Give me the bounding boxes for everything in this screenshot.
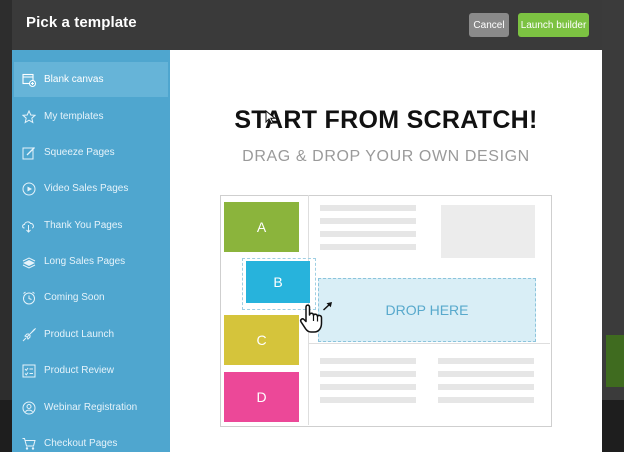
sidebar-item-coming-soon[interactable]: Coming Soon xyxy=(14,280,168,315)
text-placeholder-line xyxy=(438,397,534,403)
sidebar-item-long-sales-pages[interactable]: Long Sales Pages xyxy=(14,244,168,279)
text-placeholder-line xyxy=(438,371,534,377)
launch-builder-button[interactable]: Launch builder xyxy=(518,13,589,37)
drag-drop-illustration: A B C D DROP HERE xyxy=(220,195,552,427)
template-preview: START FROM SCRATCH! DRAG & DROP YOUR OWN… xyxy=(170,50,602,452)
cloud-download-icon xyxy=(21,218,36,233)
modal-header: Pick a template Cancel Launch builder xyxy=(12,0,602,50)
clock-icon xyxy=(21,290,36,305)
text-placeholder-line xyxy=(320,397,416,403)
sidebar-item-label: Video Sales Pages xyxy=(44,183,129,194)
block-b: B xyxy=(246,261,310,303)
sidebar-item-label: Squeeze Pages xyxy=(44,147,115,158)
sidebar-item-label: Thank You Pages xyxy=(44,220,123,231)
play-icon xyxy=(21,181,36,196)
drag-hand-icon xyxy=(299,302,332,333)
backdrop-accent xyxy=(606,335,624,387)
block-d: D xyxy=(224,372,299,422)
preview-subheadline: DRAG & DROP YOUR OWN DESIGN xyxy=(242,148,530,165)
sidebar-item-checkout-pages[interactable]: Checkout Pages xyxy=(14,426,168,452)
sidebar-item-label: Webinar Registration xyxy=(44,402,138,413)
image-placeholder xyxy=(441,205,535,258)
text-placeholder-line xyxy=(320,231,416,237)
sidebar-item-thank-you-pages[interactable]: Thank You Pages xyxy=(14,208,168,243)
sidebar-item-product-review[interactable]: Product Review xyxy=(14,353,168,388)
sidebar-item-label: Coming Soon xyxy=(44,292,105,303)
text-placeholder-line xyxy=(320,244,416,250)
sidebar-item-product-launch[interactable]: Product Launch xyxy=(14,317,168,352)
text-placeholder-line xyxy=(438,358,534,364)
rocket-icon xyxy=(21,327,36,342)
text-placeholder-line xyxy=(320,371,416,377)
text-placeholder-line xyxy=(438,384,534,390)
block-c: C xyxy=(224,315,299,365)
checklist-icon xyxy=(21,363,36,378)
illustration-divider-horizontal xyxy=(309,343,550,344)
preview-headline: START FROM SCRATCH! xyxy=(234,106,538,134)
template-picker-modal: Pick a template Cancel Launch builder Bl… xyxy=(12,0,602,452)
text-placeholder-line xyxy=(320,358,416,364)
sidebar-item-squeeze-pages[interactable]: Squeeze Pages xyxy=(14,135,168,170)
sidebar-item-blank-canvas[interactable]: Blank canvas xyxy=(14,62,168,97)
sidebar-item-label: Blank canvas xyxy=(44,74,104,85)
sidebar-item-label: My templates xyxy=(44,111,104,122)
sidebar-item-label: Checkout Pages xyxy=(44,438,118,449)
cursor-arrow-icon xyxy=(265,110,277,124)
cancel-button[interactable]: Cancel xyxy=(469,13,509,37)
cart-icon xyxy=(21,436,36,451)
webinar-icon xyxy=(21,400,36,415)
text-placeholder-line xyxy=(320,384,416,390)
sidebar-item-label: Product Launch xyxy=(44,329,115,340)
drop-zone: DROP HERE xyxy=(318,278,536,342)
template-category-sidebar: Blank canvas My templates Squeeze Pages … xyxy=(12,50,170,452)
sidebar-item-label: Product Review xyxy=(44,365,115,376)
sidebar-item-my-templates[interactable]: My templates xyxy=(14,99,168,134)
block-a: A xyxy=(224,202,299,252)
text-placeholder-line xyxy=(320,218,416,224)
blank-canvas-icon xyxy=(21,72,36,87)
text-placeholder-line xyxy=(320,205,416,211)
sidebar-item-label: Long Sales Pages xyxy=(44,256,126,267)
sidebar-item-webinar-registration[interactable]: Webinar Registration xyxy=(14,390,168,425)
sidebar-item-video-sales-pages[interactable]: Video Sales Pages xyxy=(14,171,168,206)
edit-icon xyxy=(21,145,36,160)
stack-icon xyxy=(21,254,36,269)
modal-title: Pick a template xyxy=(26,14,137,31)
star-icon xyxy=(21,109,36,124)
